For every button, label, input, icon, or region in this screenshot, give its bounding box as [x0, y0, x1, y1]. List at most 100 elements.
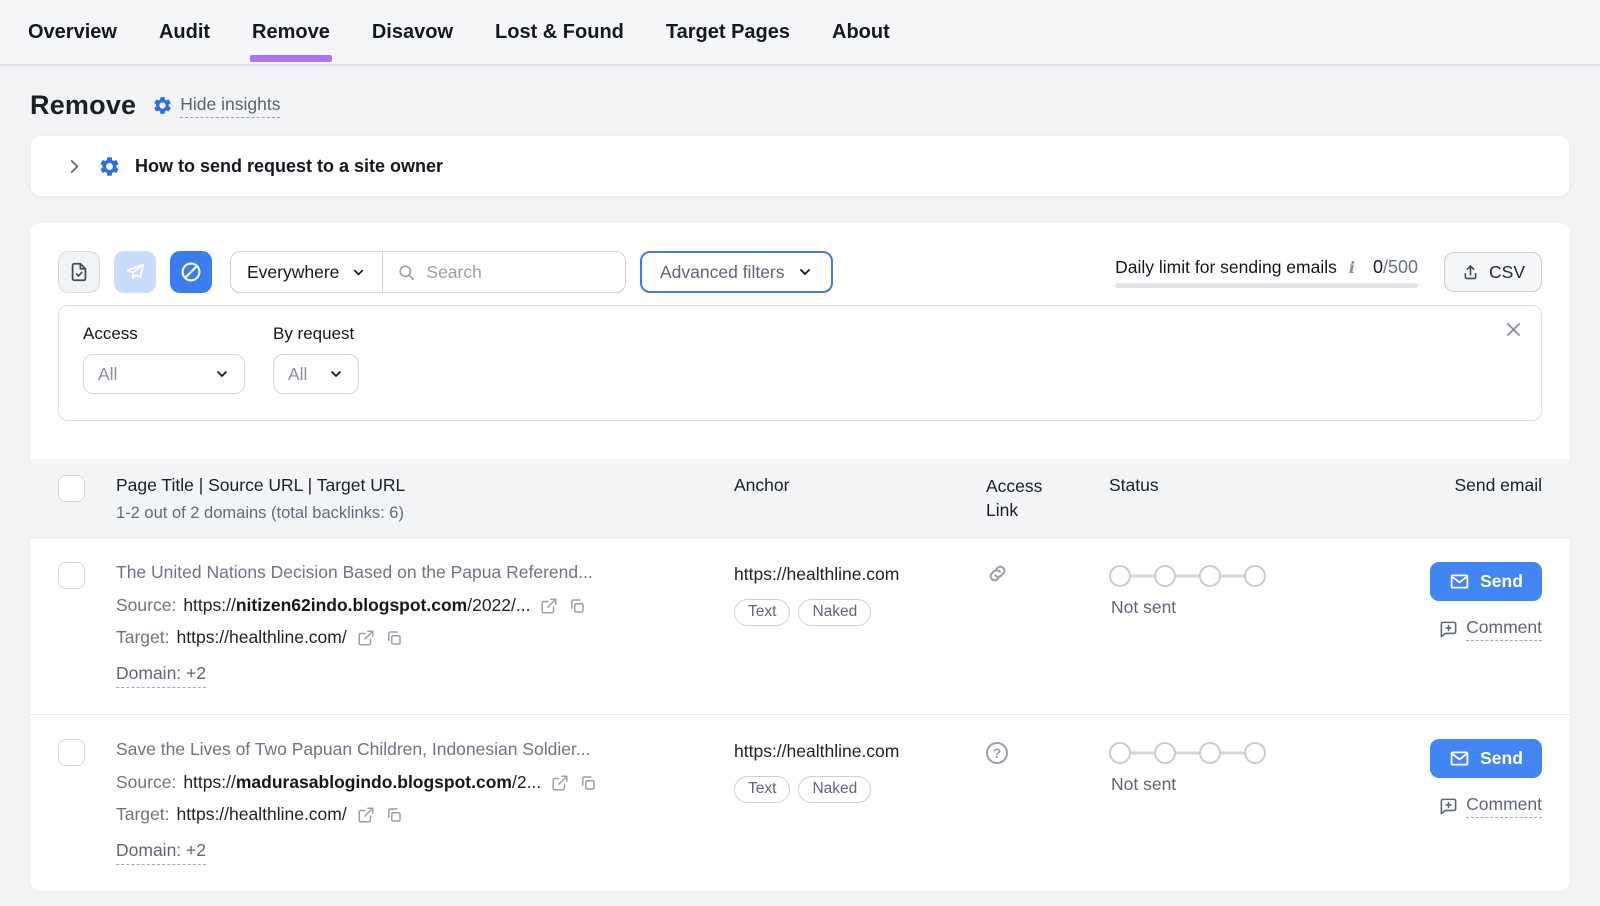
comment-plus-icon — [1439, 620, 1458, 639]
info-icon[interactable]: i — [1347, 258, 1357, 277]
domain-expand-link[interactable]: Domain: +2 — [116, 663, 206, 688]
table-row: The United Nations Decision Based on the… — [30, 537, 1570, 714]
tab-remove[interactable]: Remove — [252, 0, 330, 64]
daily-limit-used: 0 — [1373, 257, 1383, 277]
anchor-text: https://healthline.com — [734, 564, 986, 585]
source-label: Source: — [116, 595, 176, 616]
send-button[interactable]: Send — [1430, 739, 1542, 778]
toolbar: Everywhere Advanced filters — [30, 223, 1570, 293]
hide-insights-label: Hide insights — [180, 94, 280, 118]
anchor-tag-badge: Text — [734, 599, 790, 626]
send-label: Send — [1480, 748, 1523, 769]
source-url: https://nitizen62indo.blogspot.com/2022/… — [183, 595, 530, 616]
comment-link[interactable]: Comment — [1439, 794, 1542, 818]
search-box — [383, 262, 625, 283]
anchor-tag-badge: Text — [734, 776, 790, 803]
chevron-down-icon — [214, 366, 230, 382]
table-summary: 1-2 out of 2 domains (total backlinks: 6… — [116, 504, 734, 523]
domain-expand-link[interactable]: Domain: +2 — [116, 840, 206, 865]
daily-limit-counter: 0/500 — [1373, 257, 1418, 278]
tab-about[interactable]: About — [832, 0, 890, 64]
access-filter-dropdown[interactable]: All — [83, 354, 245, 394]
access-filter-label: Access — [83, 324, 245, 344]
table-row: Save the Lives of Two Papuan Children, I… — [30, 714, 1570, 891]
access-filter-value: All — [98, 364, 117, 385]
status-text: Not sent — [1111, 774, 1405, 795]
send-emails-button[interactable] — [114, 251, 156, 293]
advanced-filters-button[interactable]: Advanced filters — [640, 251, 833, 293]
gear-icon — [152, 95, 173, 116]
search-icon — [397, 263, 416, 282]
search-input[interactable] — [426, 262, 611, 283]
tab-disavow[interactable]: Disavow — [372, 0, 453, 64]
gear-icon — [98, 155, 121, 178]
external-link-icon[interactable] — [540, 597, 558, 615]
scope-value: Everywhere — [247, 262, 339, 283]
external-link-icon[interactable] — [357, 806, 375, 824]
envelope-icon — [1449, 748, 1470, 769]
copy-icon[interactable] — [568, 597, 586, 615]
copy-icon[interactable] — [385, 806, 403, 824]
send-button[interactable]: Send — [1430, 562, 1542, 601]
column-header-status: Status — [1109, 475, 1405, 523]
block-icon — [179, 260, 203, 284]
column-header-access-link: Access Link — [986, 475, 1058, 523]
select-all-checkbox[interactable] — [58, 475, 85, 502]
advanced-filters-label: Advanced filters — [660, 262, 785, 283]
status-stepper — [1109, 741, 1266, 765]
copy-icon[interactable] — [385, 629, 403, 647]
daily-limit-total: /500 — [1383, 257, 1418, 277]
daily-limit: Daily limit for sending emails i 0/500 — [1115, 257, 1418, 288]
tab-target-pages[interactable]: Target Pages — [666, 0, 790, 64]
row-checkbox[interactable] — [58, 562, 85, 589]
row-checkbox[interactable] — [58, 739, 85, 766]
export-csv-button[interactable]: CSV — [1444, 252, 1542, 292]
envelope-icon — [1449, 571, 1470, 592]
anchor-tag-badge: Naked — [798, 599, 871, 626]
how-to-send-request-banner[interactable]: How to send request to a site owner — [30, 135, 1570, 197]
export-report-button[interactable] — [58, 251, 100, 293]
hide-insights-link[interactable]: Hide insights — [152, 94, 280, 118]
column-header-anchor: Anchor — [734, 475, 986, 523]
external-link-icon[interactable] — [357, 629, 375, 647]
send-label: Send — [1480, 571, 1523, 592]
paper-plane-icon — [124, 261, 146, 283]
csv-label: CSV — [1489, 262, 1525, 283]
link-icon — [986, 562, 1109, 585]
status-text: Not sent — [1111, 597, 1405, 618]
scope-dropdown[interactable]: Everywhere — [231, 252, 383, 292]
daily-limit-progressbar — [1115, 283, 1418, 288]
chevron-down-icon — [351, 265, 366, 280]
comment-plus-icon — [1439, 797, 1458, 816]
tab-overview[interactable]: Overview — [28, 0, 117, 64]
top-navigation: Overview Audit Remove Disavow Lost & Fou… — [0, 0, 1600, 66]
question-circle-icon: ? — [986, 742, 1008, 764]
comment-link[interactable]: Comment — [1439, 617, 1542, 641]
target-url: https://healthline.com/ — [177, 627, 347, 648]
chevron-down-icon — [328, 366, 344, 382]
backlink-page-title: Save the Lives of Two Papuan Children, I… — [116, 739, 734, 760]
column-header-send-email: Send email — [1405, 475, 1542, 523]
copy-icon[interactable] — [579, 774, 597, 792]
target-label: Target: — [116, 804, 170, 825]
anchor-text: https://healthline.com — [734, 741, 986, 762]
section-header: Remove Hide insights — [30, 90, 1570, 121]
target-label: Target: — [116, 627, 170, 648]
page-title: Remove — [30, 90, 136, 121]
block-button[interactable] — [170, 251, 212, 293]
by-request-filter: By request All — [273, 324, 359, 420]
daily-limit-label: Daily limit for sending emails — [1115, 257, 1337, 278]
tab-lost-and-found[interactable]: Lost & Found — [495, 0, 624, 64]
by-request-filter-dropdown[interactable]: All — [273, 354, 359, 394]
remove-list-card: Everywhere Advanced filters — [30, 223, 1570, 891]
anchor-tag-badge: Naked — [798, 776, 871, 803]
by-request-filter-label: By request — [273, 324, 359, 344]
close-icon[interactable] — [1504, 320, 1523, 339]
target-url: https://healthline.com/ — [177, 804, 347, 825]
chevron-right-icon[interactable] — [67, 159, 82, 174]
column-header-page: Page Title | Source URL | Target URL — [116, 475, 734, 496]
tab-audit[interactable]: Audit — [159, 0, 210, 64]
table-header: Page Title | Source URL | Target URL 1-2… — [30, 459, 1570, 537]
by-request-filter-value: All — [288, 364, 307, 385]
external-link-icon[interactable] — [551, 774, 569, 792]
